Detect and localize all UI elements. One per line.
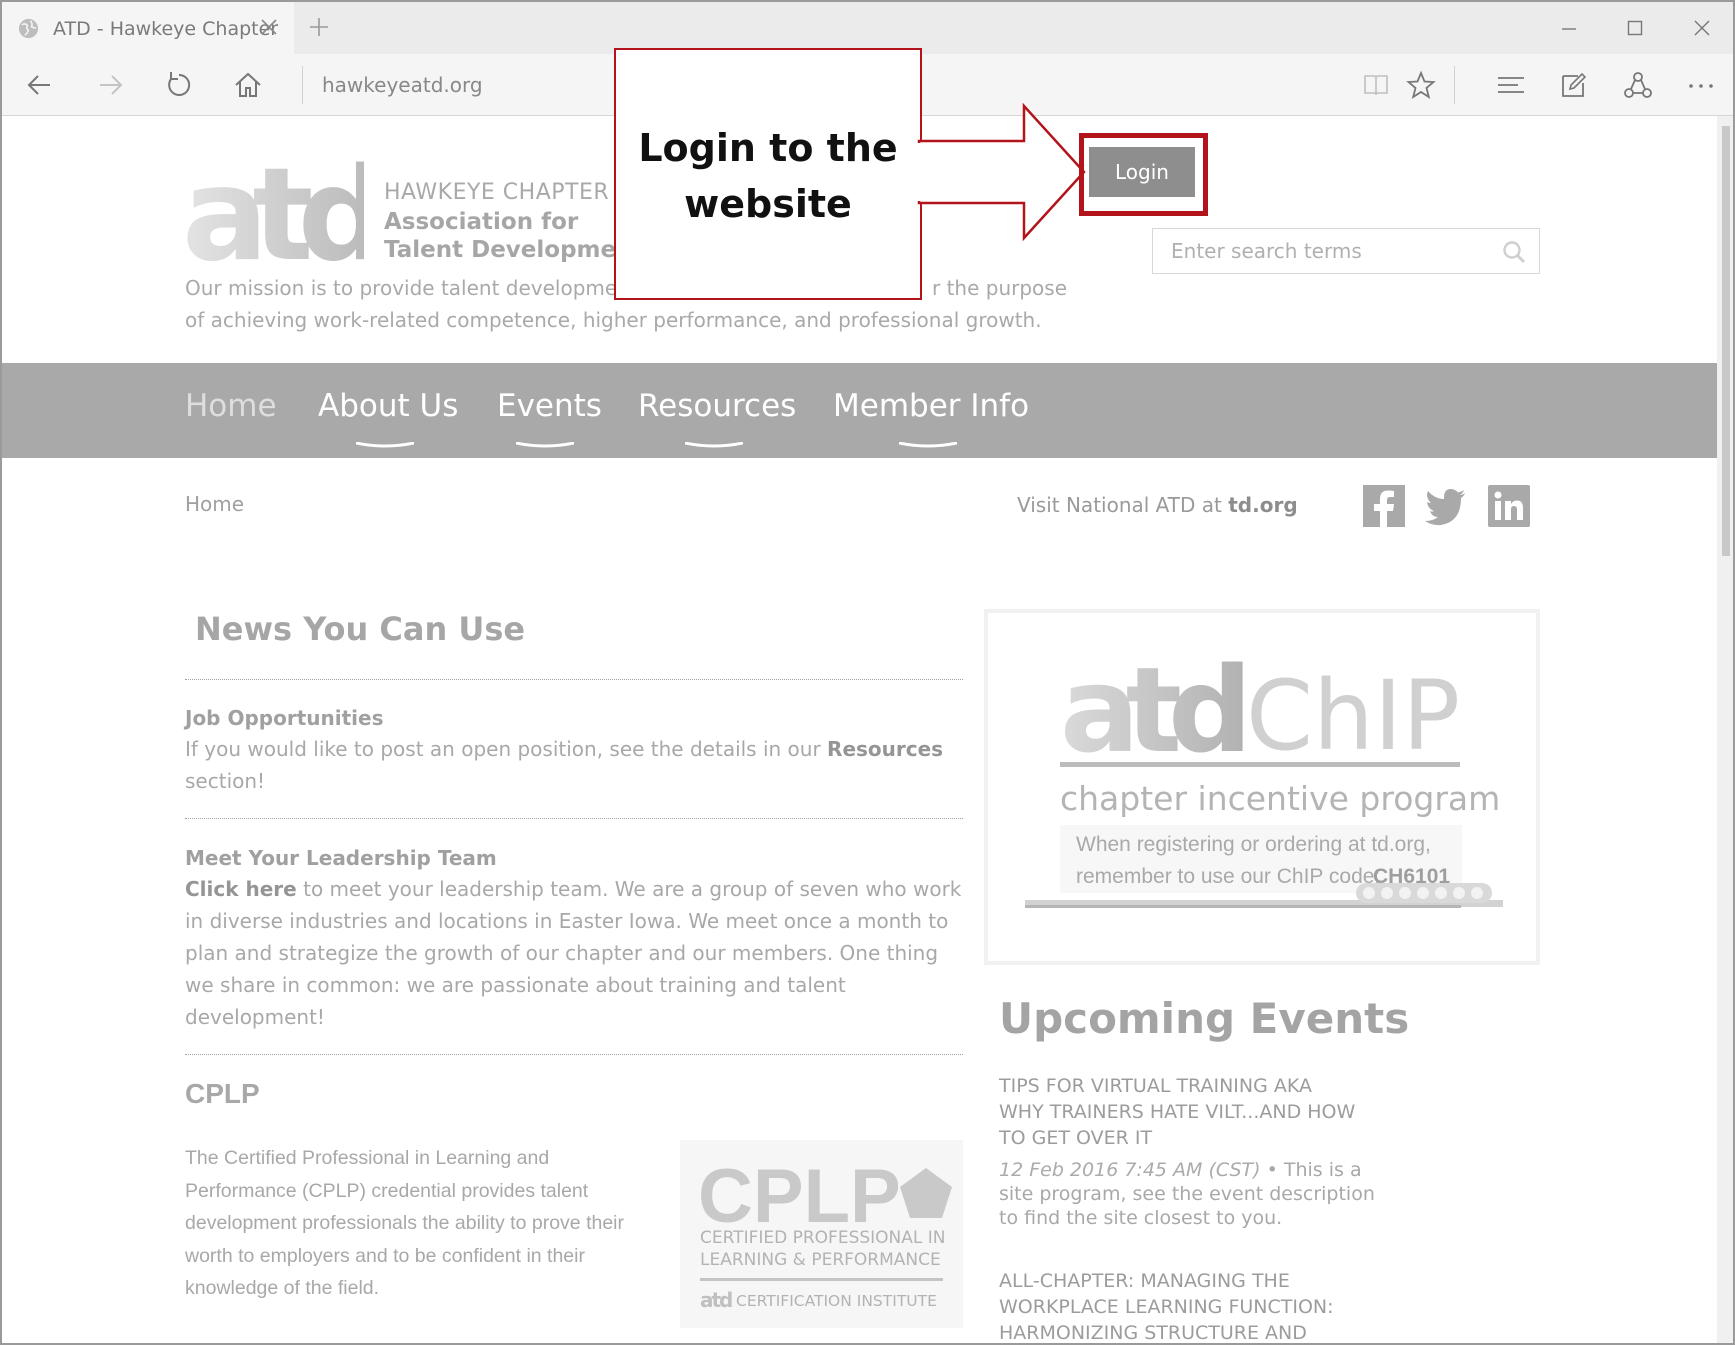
dropdown-indicator-icon — [356, 442, 414, 448]
close-icon[interactable] — [258, 16, 280, 38]
share-icon[interactable] — [1622, 69, 1654, 101]
chip-banner[interactable]: atd ChIP chapter incentive program When … — [984, 609, 1540, 965]
login-highlight-box — [1079, 133, 1208, 216]
cplp-logo-line: CERTIFICATION INSTITUTE — [736, 1292, 937, 1310]
instruction-callout: Login to the website — [614, 48, 922, 300]
hub-icon[interactable] — [1495, 69, 1527, 101]
click-here-link[interactable]: Click here — [185, 877, 297, 901]
association-line: Association for — [384, 209, 579, 235]
chip-graphic: atd ChIP chapter incentive program When … — [1025, 641, 1503, 908]
refresh-icon[interactable] — [163, 69, 195, 101]
dropdown-indicator-icon — [685, 442, 743, 448]
callout-line: Login to the — [638, 126, 898, 170]
cplp-logo-line: CERTIFIED PROFESSIONAL IN — [700, 1228, 946, 1248]
window-close-icon[interactable] — [1692, 18, 1712, 38]
upcoming-events-heading: Upcoming Events — [999, 994, 1410, 1043]
nav-member-info[interactable]: Member Info — [833, 388, 1029, 424]
leadership-team-text: Click here to meet your leadership team.… — [185, 873, 970, 1033]
td-org-link[interactable]: td.org — [1228, 493, 1297, 517]
nav-resources[interactable]: Resources — [638, 388, 796, 424]
main-navigation: Home About Us Events Resources Member In… — [2, 363, 1717, 458]
cplp-logo-graphic: CPLP CERTIFIED PROFESSIONAL IN LEARNING … — [698, 1154, 952, 1312]
favorite-star-icon[interactable] — [1405, 69, 1437, 101]
visit-text: Visit National ATD at — [1017, 493, 1229, 517]
atd-logo[interactable]: atd — [182, 144, 364, 264]
event-date: 12 Feb 2016 7:45 AM (CST) — [999, 1159, 1261, 1181]
chip-subtitle: chapter incentive program — [1060, 779, 1500, 818]
cplp-description: The Certified Professional in Learning a… — [185, 1147, 624, 1299]
event-title-link[interactable]: TIPS FOR VIRTUAL TRAINING AKA WHY TRAINE… — [999, 1073, 1359, 1151]
body-text: section! — [185, 769, 266, 793]
forward-arrow-icon[interactable] — [94, 69, 126, 101]
chip-word: ChIP — [1246, 660, 1460, 772]
nav-home[interactable]: Home — [185, 388, 277, 424]
minimize-icon[interactable] — [1559, 18, 1579, 38]
vertical-scrollbar[interactable] — [1717, 116, 1733, 1343]
body-text: If you would like to post an open positi… — [185, 737, 828, 761]
divider — [185, 1054, 963, 1055]
svg-text:atd: atd — [182, 144, 364, 264]
new-tab-icon[interactable] — [308, 16, 330, 38]
divider — [185, 818, 963, 819]
divider — [185, 679, 963, 680]
svg-text:atd: atd — [700, 1288, 732, 1312]
callout-text: Login to the website — [616, 120, 920, 232]
association-name: Association for Talent Development — [384, 208, 643, 264]
search-input[interactable] — [1171, 237, 1481, 265]
web-note-icon[interactable] — [1558, 69, 1590, 101]
callout-arrow — [917, 102, 1086, 242]
job-opportunities-heading: Job Opportunities — [185, 706, 384, 730]
body-text: to meet your leadership team. We are a g… — [185, 877, 962, 1029]
nav-about-us[interactable]: About Us — [318, 388, 458, 424]
web-page: atd HAWKEYE CHAPTER Association for Tale… — [2, 116, 1717, 1343]
scrollbar-thumb[interactable] — [1722, 126, 1730, 556]
visit-national: Visit National ATD at td.org — [1017, 493, 1298, 517]
address-bar[interactable]: hawkeyeatd.org — [322, 73, 483, 97]
mission-text: of achieving work-related competence, hi… — [185, 308, 1042, 332]
event-details: 12 Feb 2016 7:45 AM (CST) • This is a si… — [999, 1158, 1399, 1230]
search-box — [1152, 228, 1540, 274]
toolbar-separator — [302, 66, 303, 104]
event-title-link[interactable]: ALL-CHAPTER: MANAGING THE WORKPLACE LEAR… — [999, 1268, 1359, 1343]
toolbar-separator — [1454, 66, 1455, 104]
mission-text: r the purpose — [932, 276, 1068, 300]
tab-title: ATD - Hawkeye Chapter — [53, 18, 279, 40]
facebook-icon[interactable] — [1363, 485, 1405, 527]
job-opportunities-text: If you would like to post an open positi… — [185, 733, 970, 797]
chip-note: remember to use our ChIP code: — [1076, 865, 1380, 888]
chapter-name: HAWKEYE CHAPTER — [384, 180, 610, 205]
chip-note: When registering or ordering at td.org, — [1076, 833, 1431, 856]
cplp-logo[interactable]: CPLP CERTIFIED PROFESSIONAL IN LEARNING … — [680, 1140, 963, 1328]
cplp-logo-text: CPLP — [698, 1154, 901, 1239]
cplp-heading: CPLP — [185, 1078, 260, 1109]
cplp-logo-line: LEARNING & PERFORMANCE — [700, 1250, 941, 1270]
browser-window: ATD - Hawkeye Chapter hawkeyeatd.org atd… — [0, 0, 1735, 1345]
association-line: Talent Development — [384, 237, 644, 263]
dropdown-indicator-icon — [516, 442, 574, 448]
search-icon[interactable] — [1501, 239, 1527, 265]
breadcrumb[interactable]: Home — [185, 492, 244, 516]
nav-events[interactable]: Events — [497, 388, 602, 424]
linkedin-icon[interactable] — [1488, 485, 1530, 527]
twitter-icon[interactable] — [1424, 485, 1466, 527]
mission-text: Our mission is to provide talent develop… — [185, 276, 638, 300]
svg-text:atd: atd — [1060, 641, 1243, 779]
back-arrow-icon[interactable] — [24, 69, 56, 101]
news-heading: News You Can Use — [195, 610, 526, 648]
maximize-icon[interactable] — [1625, 18, 1645, 38]
reading-view-icon[interactable] — [1360, 69, 1392, 101]
tab-bar: ATD - Hawkeye Chapter — [2, 2, 1733, 54]
slider-dots[interactable] — [1356, 883, 1492, 903]
dropdown-indicator-icon — [899, 442, 957, 448]
callout-line: website — [684, 182, 852, 226]
globe-icon — [18, 18, 39, 39]
more-icon[interactable] — [1685, 69, 1717, 101]
resources-link[interactable]: Resources — [827, 737, 943, 761]
leadership-team-heading: Meet Your Leadership Team — [185, 846, 497, 870]
browser-tab[interactable]: ATD - Hawkeye Chapter — [2, 2, 294, 54]
home-icon[interactable] — [232, 69, 264, 101]
